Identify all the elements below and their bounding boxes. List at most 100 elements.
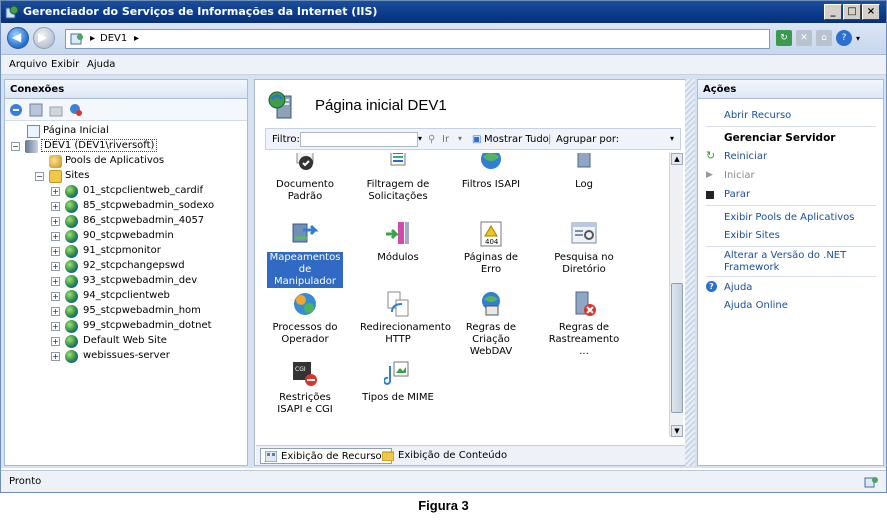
tree-item-label: 86_stcpwebadmin_4057 [83,215,205,226]
expand-icon[interactable]: + [51,337,60,346]
scroll-up-icon[interactable]: ▲ [671,153,683,165]
tree-item-site[interactable]: + Default Web Site [5,334,247,349]
show-all-button[interactable]: Mostrar Tudo [484,134,549,145]
address-bar: ◀ ▶ ▸ DEV1 ▸ ↻ ✕ ⌂ ? ▾ [1,23,886,55]
feature-webdav-authoring-rules[interactable]: Regras de Criação WebDAV [453,290,529,358]
stop-icon [706,191,714,199]
feature-isapi-filters[interactable]: Filtros ISAPI [453,153,529,191]
chevron-down-icon[interactable]: ▾ [458,134,462,143]
filter-input[interactable] [300,132,418,147]
expand-icon[interactable]: + [51,232,60,241]
tree-item-site[interactable]: + 95_stcpwebadmin_hom [5,304,247,319]
view-sites-link[interactable]: Exibir Sites [724,230,780,241]
collapse-icon[interactable]: − [11,142,20,151]
feature-request-filtering[interactable]: Filtragem de Solicitações [360,153,436,203]
restart-link[interactable]: Reiniciar [724,151,767,162]
tree-item-label: 95_stcpwebadmin_hom [83,305,201,316]
tree-item-home[interactable]: Página Inicial [5,124,247,139]
tab-content-view[interactable]: Exibição de Conteúdo [378,448,511,464]
expand-icon[interactable]: + [51,322,60,331]
tree-item-site[interactable]: + 92_stcpchangepswd [5,259,247,274]
feature-mime-types[interactable]: Tipos de MIME [360,360,436,404]
site-globe-icon [65,260,78,273]
pane-splitter[interactable] [685,79,695,466]
expand-icon[interactable]: + [51,247,60,256]
online-help-link[interactable]: Ajuda Online [724,300,788,311]
open-feature-link[interactable]: Abrir Recurso [724,110,791,121]
menu-arquivo[interactable]: Arquivo [9,59,47,70]
maximize-button[interactable]: □ [843,4,861,20]
chevron-down-icon[interactable]: ▾ [418,134,422,143]
change-net-version-link[interactable]: Alterar a Versão do .NET Framework [724,250,874,274]
stop-icon[interactable]: ✕ [796,30,812,46]
tree-item-site[interactable]: + 90_stcpwebadmin [5,229,247,244]
tree-item-site[interactable]: + 91_stcpmonitor [5,244,247,259]
address-breadcrumb[interactable]: ▸ DEV1 ▸ [65,29,770,49]
feature-label: Filtragem de Solicitações [366,179,430,202]
refresh-icon[interactable]: ↻ [776,30,792,46]
tree-item-site[interactable]: + 86_stcpwebadmin_4057 [5,214,247,229]
tree-item-server[interactable]: − DEV1 (DEV1\riversoft) [5,139,247,154]
minimize-button[interactable]: _ [824,4,842,20]
save-icon[interactable] [29,103,43,117]
feature-directory-browsing[interactable]: Pesquisa no Diretório [546,220,622,276]
breadcrumb-separator[interactable]: ▸ [134,33,139,44]
up-folder-icon[interactable] [49,103,63,117]
breadcrumb-separator: ▸ [90,33,96,44]
stop-link[interactable]: Parar [724,189,750,200]
feature-handler-mappings[interactable]: Mapeamentos de Manipulador [267,220,343,288]
breadcrumb-dev1[interactable]: DEV1 [100,33,127,44]
figure-caption: Figura 3 [418,498,469,513]
expand-icon[interactable]: + [51,307,60,316]
close-button[interactable]: × [862,4,880,20]
expand-icon[interactable]: + [51,187,60,196]
forward-button[interactable]: ▶ [33,27,55,49]
expand-icon[interactable]: + [51,352,60,361]
expand-icon[interactable]: + [51,217,60,226]
help-icon[interactable]: ? [836,30,852,46]
scroll-thumb[interactable] [671,283,683,413]
scroll-down-icon[interactable]: ▼ [671,425,683,437]
home-icon [27,125,40,138]
expand-icon[interactable]: + [51,262,60,271]
chevron-down-icon[interactable]: ▾ [670,134,674,143]
site-globe-icon [65,320,78,333]
tree-item-site[interactable]: + webissues-server [5,349,247,364]
expand-icon[interactable]: + [51,202,60,211]
connect-icon[interactable] [9,103,23,117]
feature-failed-request-tracing[interactable]: Regras de Rastreamento ... [546,290,622,358]
feature-http-redirect[interactable]: Redirecionamento HTTP [360,290,451,346]
tree-item-site[interactable]: + 94_stcpclientweb [5,289,247,304]
back-button[interactable]: ◀ [7,27,29,49]
binoculars-icon[interactable]: ⚲ [428,134,435,145]
group-by-label[interactable]: Agrupar por: [556,134,619,145]
tab-features-view[interactable]: Exibição de Recursos [260,448,392,464]
help-link[interactable]: Ajuda [724,282,752,293]
menu-ajuda[interactable]: Ajuda [87,59,115,70]
start-link[interactable]: Iniciar [724,170,755,181]
collapse-icon[interactable]: − [35,172,44,181]
chevron-down-icon[interactable]: ▾ [856,34,860,43]
tree-item-site[interactable]: + 85_stcpwebadmin_sodexo [5,199,247,214]
disconnect-icon[interactable] [69,103,83,117]
expand-icon[interactable]: + [51,292,60,301]
home-icon[interactable]: ⌂ [816,30,832,46]
tree-item-site[interactable]: + 99_stcpwebadmin_dotnet [5,319,247,334]
expand-icon[interactable]: + [51,277,60,286]
feature-default-document[interactable]: Documento Padrão [267,153,343,203]
feature-worker-processes[interactable]: Processos do Operador [267,290,343,346]
feature-modules[interactable]: Módulos [360,220,436,264]
menu-exibir[interactable]: Exibir [51,59,79,70]
tree-item-app-pools[interactable]: Pools de Aplicativos [5,154,247,169]
feature-error-pages[interactable]: 404 Páginas de Erro [453,220,529,276]
feature-log[interactable]: Log [546,153,622,191]
tree-item-sites[interactable]: − Sites [5,169,247,184]
tree-item-site[interactable]: + 93_stcpwebadmin_dev [5,274,247,289]
feature-isapi-cgi-restrictions[interactable]: CGI Restrições ISAPI e CGI [267,360,343,416]
separator: | [548,134,552,145]
go-button[interactable]: Ir [442,134,449,145]
features-scrollbar[interactable]: ▲ ▼ [669,153,683,437]
manage-server-header: Gerenciar Servidor [724,132,836,144]
view-app-pools-link[interactable]: Exibir Pools de Aplicativos [724,212,855,223]
tree-item-site[interactable]: + 01_stcpclientweb_cardif [5,184,247,199]
